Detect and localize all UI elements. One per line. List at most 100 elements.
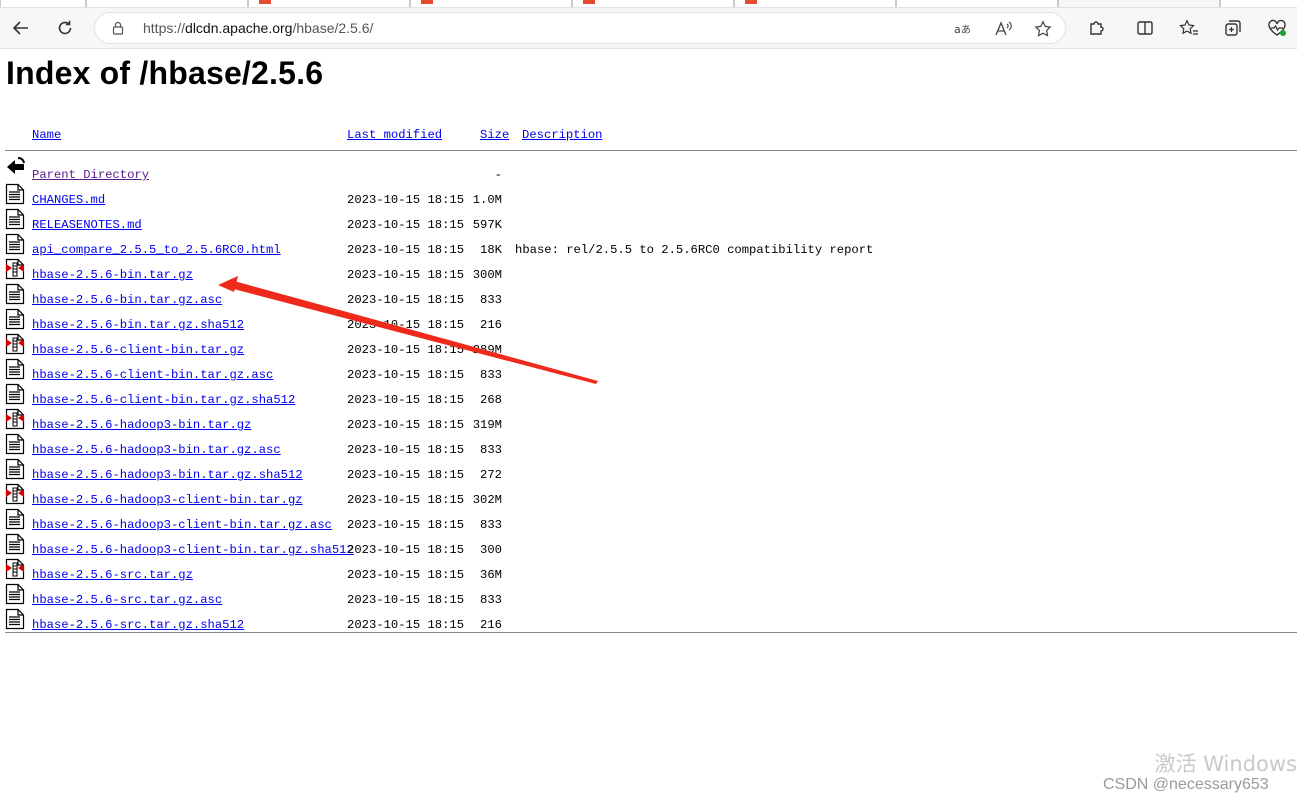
- file-link[interactable]: hbase-2.5.6-client-bin.tar.gz.asc: [32, 368, 273, 382]
- text-file-icon: [5, 358, 25, 380]
- browser-tab[interactable]: [734, 0, 896, 7]
- browser-essentials-button[interactable]: [1263, 14, 1291, 42]
- file-link[interactable]: hbase-2.5.6-hadoop3-bin.tar.gz.asc: [32, 443, 281, 457]
- parent-directory-link[interactable]: Parent Directory: [32, 168, 149, 182]
- active-browser-tab[interactable]: [1058, 0, 1220, 7]
- last-modified: 2023-10-15 18:15: [347, 393, 465, 407]
- sort-by-modified-link[interactable]: Last modified: [347, 128, 442, 142]
- file-link[interactable]: RELEASENOTES.md: [32, 218, 142, 232]
- file-size: 36M: [480, 568, 502, 582]
- address-url[interactable]: https://dlcdn.apache.org/hbase/2.5.6/: [143, 20, 373, 36]
- file-link[interactable]: hbase-2.5.6-hadoop3-client-bin.tar.gz.sh…: [32, 543, 354, 557]
- heart-pulse-icon: [1268, 19, 1286, 36]
- last-modified: 2023-10-15 18:15: [347, 268, 465, 282]
- file-link[interactable]: hbase-2.5.6-bin.tar.gz.sha512: [32, 318, 244, 332]
- last-modified: 2023-10-15 18:15: [347, 293, 465, 307]
- tab-favicon-icon: [583, 0, 595, 4]
- tab-strip: [0, 0, 1297, 8]
- file-row: hbase-2.5.6-hadoop3-bin.tar.gz.sha512 202…: [0, 458, 1297, 485]
- file-link[interactable]: hbase-2.5.6-client-bin.tar.gz: [32, 343, 244, 357]
- file-link[interactable]: hbase-2.5.6-src.tar.gz.asc: [32, 593, 222, 607]
- windows-activation-watermark: 激活 Windows: [1154, 752, 1297, 776]
- file-link[interactable]: hbase-2.5.6-src.tar.gz: [32, 568, 193, 582]
- file-size: 833: [480, 593, 502, 607]
- file-size: 289M: [472, 343, 502, 357]
- last-modified: 2023-10-15 18:15: [347, 218, 465, 232]
- archive-icon: [5, 258, 25, 280]
- last-modified: 2023-10-15 18:15: [347, 593, 465, 607]
- collections-icon: [1225, 20, 1241, 36]
- favorite-star-icon[interactable]: [1031, 17, 1055, 41]
- text-file-icon: [5, 508, 25, 530]
- file-size: 597K: [472, 218, 502, 232]
- browser-tab[interactable]: [896, 0, 1058, 7]
- lock-icon[interactable]: [111, 21, 125, 40]
- collections-button[interactable]: [1219, 14, 1247, 42]
- browser-tab[interactable]: [410, 0, 572, 7]
- address-bar[interactable]: https://dlcdn.apache.org/hbase/2.5.6/ aあ: [94, 12, 1066, 44]
- file-link[interactable]: hbase-2.5.6-bin.tar.gz.asc: [32, 293, 222, 307]
- text-file-icon: [5, 458, 25, 480]
- file-row: hbase-2.5.6-bin.tar.gz 2023-10-15 18:15 30…: [0, 258, 1297, 285]
- browser-tab[interactable]: [86, 0, 248, 7]
- file-row: hbase-2.5.6-hadoop3-client-bin.tar.gz.as…: [0, 508, 1297, 535]
- file-row: RELEASENOTES.md 2023-10-15 18:15 597K: [0, 208, 1297, 235]
- refresh-button[interactable]: [51, 14, 79, 42]
- file-link[interactable]: hbase-2.5.6-hadoop3-bin.tar.gz.sha512: [32, 468, 303, 482]
- file-link[interactable]: hbase-2.5.6-hadoop3-bin.tar.gz: [32, 418, 251, 432]
- file-size: 302M: [472, 493, 502, 507]
- favorites-list-icon: [1179, 19, 1198, 35]
- file-size: 833: [480, 368, 502, 382]
- text-file-icon: [5, 583, 25, 605]
- file-row: hbase-2.5.6-src.tar.gz 2023-10-15 18:15 36…: [0, 558, 1297, 585]
- last-modified: 2023-10-15 18:15: [347, 318, 465, 332]
- browser-tab[interactable]: [248, 0, 410, 7]
- split-screen-button[interactable]: [1131, 14, 1159, 42]
- file-link[interactable]: hbase-2.5.6-bin.tar.gz: [32, 268, 193, 282]
- text-file-icon: [5, 233, 25, 255]
- file-size: 1.0M: [472, 193, 502, 207]
- file-row: hbase-2.5.6-bin.tar.gz.asc 2023-10-15 18:…: [0, 283, 1297, 310]
- last-modified: 2023-10-15 18:15: [347, 193, 465, 207]
- archive-icon: [5, 558, 25, 580]
- sort-by-size-link[interactable]: Size: [480, 128, 509, 142]
- sort-by-description-link[interactable]: Description: [522, 128, 602, 142]
- file-row: hbase-2.5.6-hadoop3-bin.tar.gz.asc 2023-1…: [0, 433, 1297, 460]
- back-button[interactable]: [7, 14, 35, 42]
- file-size: 216: [480, 318, 502, 332]
- file-row: hbase-2.5.6-client-bin.tar.gz.sha512 2023…: [0, 383, 1297, 410]
- file-size: -: [494, 168, 502, 182]
- last-modified: 2023-10-15 18:15: [347, 493, 465, 507]
- file-row: hbase-2.5.6-hadoop3-bin.tar.gz 2023-10-15…: [0, 408, 1297, 435]
- file-row: hbase-2.5.6-hadoop3-client-bin.tar.gz.sh…: [0, 533, 1297, 560]
- header-divider: [5, 150, 1297, 151]
- url-scheme: https://: [143, 20, 186, 36]
- sort-by-name-link[interactable]: Name: [32, 128, 61, 142]
- translate-icon[interactable]: aあ: [951, 17, 975, 41]
- last-modified: 2023-10-15 18:15: [347, 343, 465, 357]
- browser-tab[interactable]: [572, 0, 734, 7]
- file-link[interactable]: hbase-2.5.6-hadoop3-client-bin.tar.gz.as…: [32, 518, 332, 532]
- read-aloud-icon[interactable]: [991, 17, 1015, 41]
- url-host: dlcdn.apache.org: [185, 20, 293, 36]
- file-link[interactable]: hbase-2.5.6-hadoop3-client-bin.tar.gz: [32, 493, 303, 507]
- file-link[interactable]: api_compare_2.5.5_to_2.5.6RC0.html: [32, 243, 281, 257]
- file-size: 268: [480, 393, 502, 407]
- url-path: /hbase/2.5.6/: [292, 20, 374, 36]
- text-file-icon: [5, 433, 25, 455]
- file-row: CHANGES.md 2023-10-15 18:15 1.0M: [0, 183, 1297, 210]
- last-modified: 2023-10-15 18:15: [347, 568, 465, 582]
- tab-favicon-icon: [259, 0, 271, 4]
- last-modified: 2023-10-15 18:15: [347, 618, 465, 632]
- extensions-button[interactable]: [1083, 14, 1111, 42]
- file-link[interactable]: CHANGES.md: [32, 193, 105, 207]
- archive-icon: [5, 483, 25, 505]
- text-file-icon: [5, 208, 25, 230]
- file-link[interactable]: hbase-2.5.6-src.tar.gz.sha512: [32, 618, 244, 632]
- favorites-button[interactable]: [1175, 14, 1203, 42]
- text-file-icon: [5, 283, 25, 305]
- browser-tab[interactable]: [0, 0, 86, 7]
- file-link[interactable]: hbase-2.5.6-client-bin.tar.gz.sha512: [32, 393, 295, 407]
- file-size: 833: [480, 443, 502, 457]
- browser-tab[interactable]: [1220, 0, 1297, 7]
